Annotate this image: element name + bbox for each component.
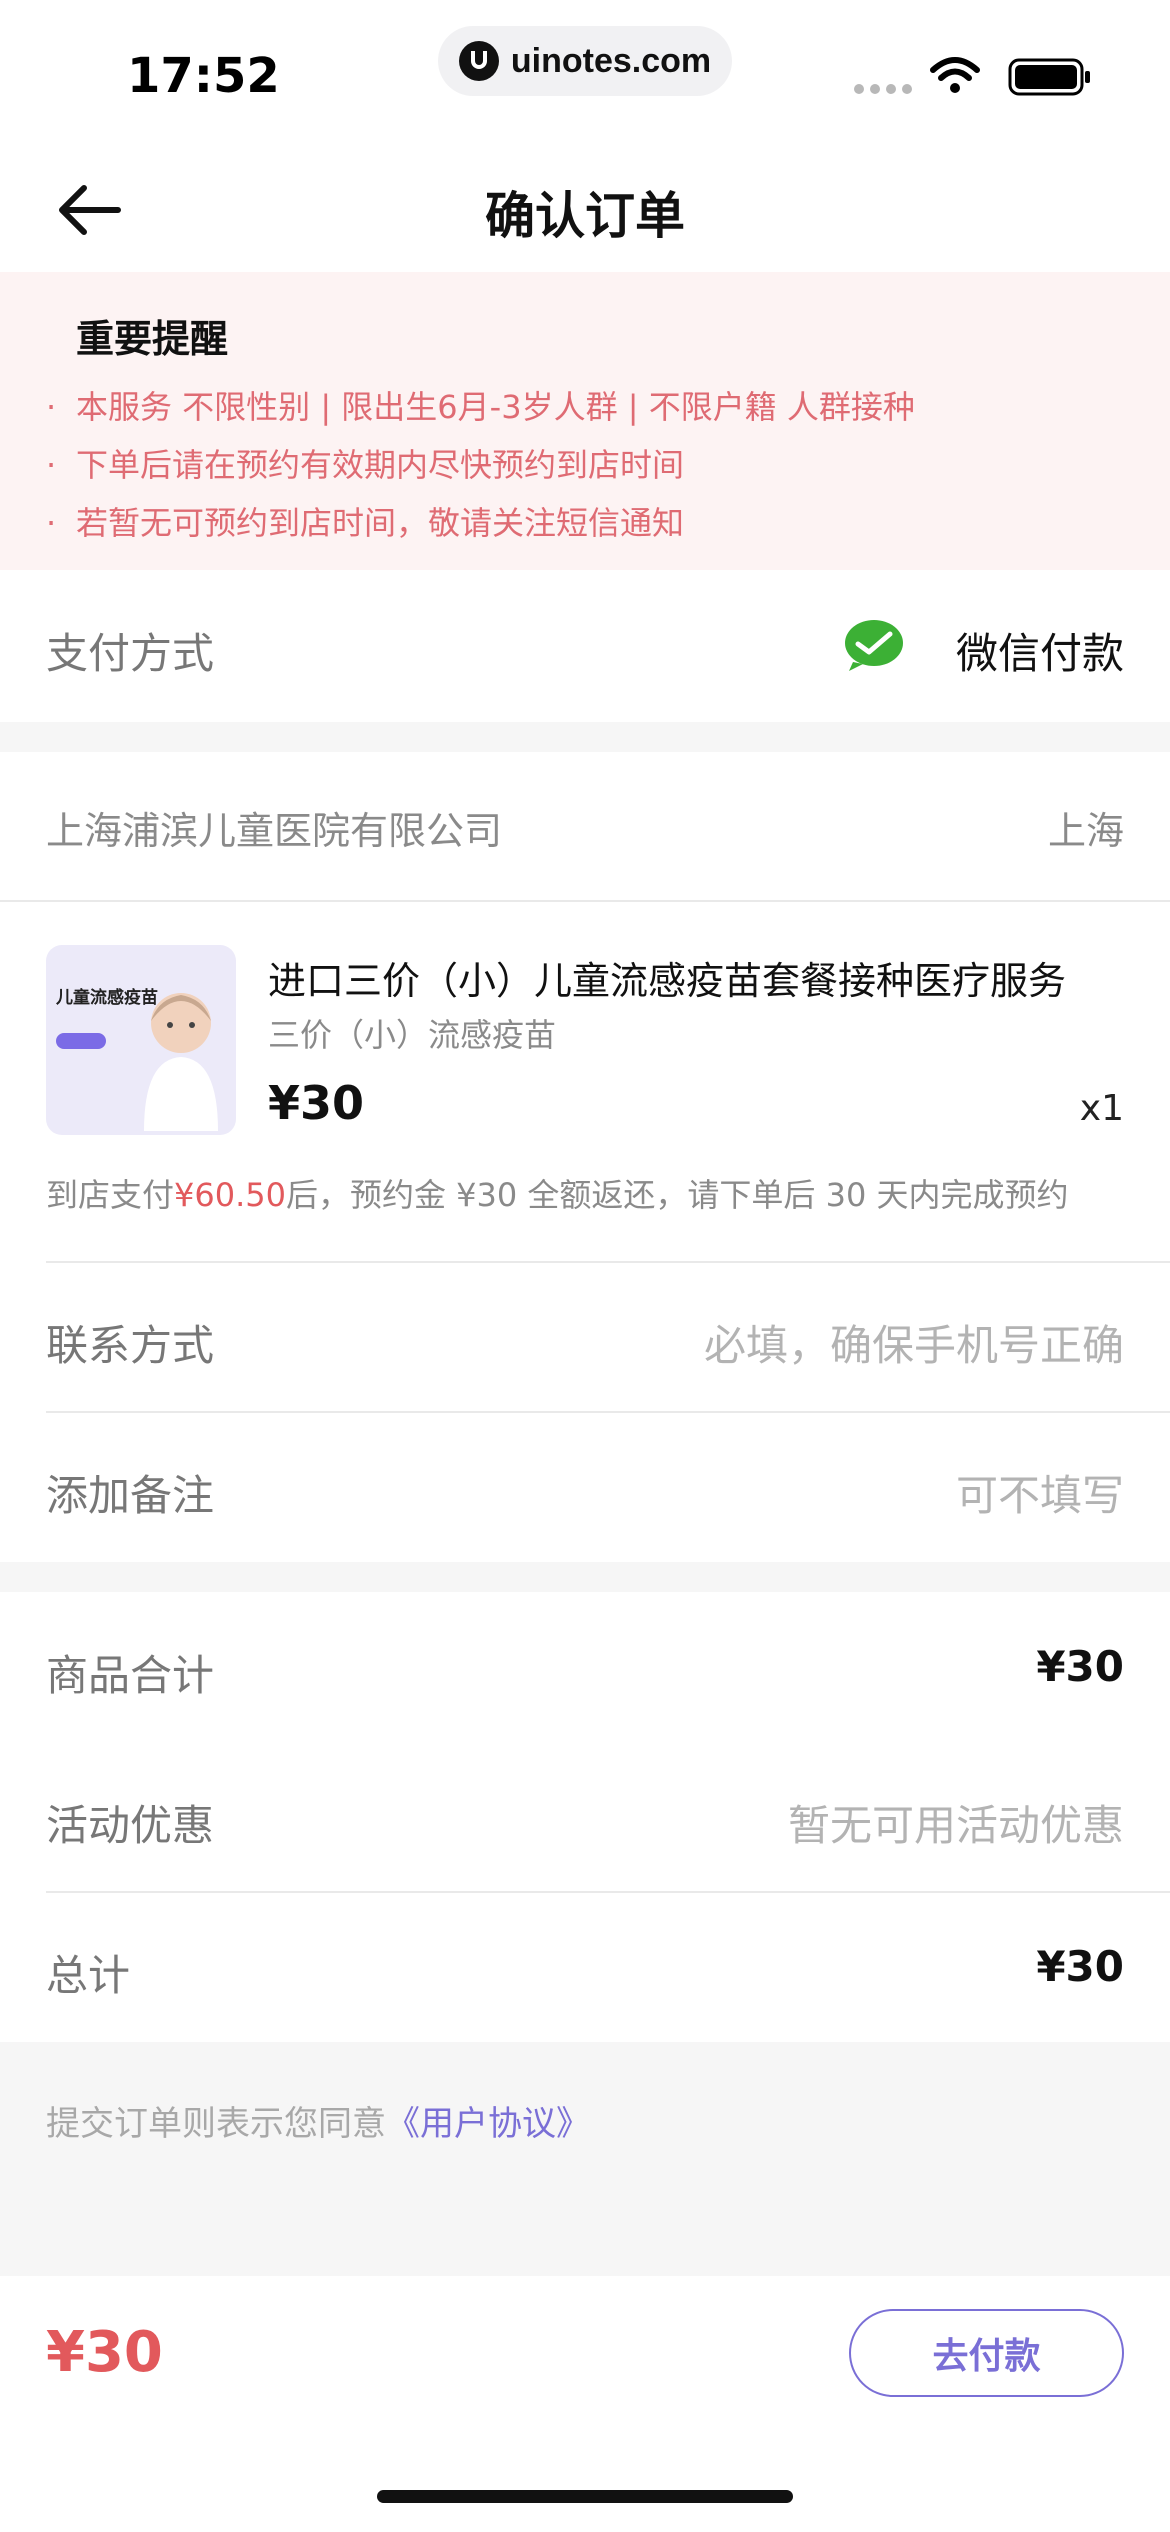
checkout-total: ¥30 [46, 2320, 163, 2385]
notice-line: · 若暂无可预约到店时间，敬请关注短信通知 [46, 504, 685, 542]
wechat-pay-icon [845, 620, 903, 671]
baby-photo-icon [144, 993, 218, 1131]
total-label: 总计 [46, 1951, 131, 2000]
url-text: uinotes.com [510, 41, 712, 80]
product-subtitle: 三价（小）流感疫苗 [268, 1016, 557, 1054]
total-value: ¥30 [1036, 1942, 1124, 1991]
product-refund-note: 到店支付¥60.50后，预约金 ¥30 全额返还，请下单后 30 天内完成预约 [46, 1176, 1069, 1214]
battery-icon [1008, 58, 1090, 96]
store-city: 上海 [1047, 809, 1124, 853]
section-gap [0, 1562, 1170, 1592]
divider [46, 1411, 1170, 1413]
notice-title: 重要提醒 [76, 317, 229, 361]
payment-method-value[interactable]: 微信付款 [956, 620, 1124, 681]
product-image[interactable]: 儿童流感疫苗 [46, 945, 236, 1135]
product-quantity: x1 [1079, 1088, 1124, 1129]
product-image-tag [56, 1033, 106, 1049]
section-gap [0, 722, 1170, 752]
discount-value[interactable]: 暂无可用活动优惠 [788, 1792, 1124, 1853]
notice-line: · 下单后请在预约有效期内尽快预约到店时间 [46, 446, 685, 484]
subtotal-value: ¥30 [1036, 1642, 1124, 1691]
contact-input[interactable]: 必填，确保手机号正确 [704, 1312, 1124, 1373]
divider [0, 900, 1170, 902]
agreement-text: 提交订单则表示您同意《用户协议》 [46, 2104, 590, 2144]
discount-label: 活动优惠 [46, 1801, 215, 1850]
user-agreement-link[interactable]: 《用户协议》 [386, 2104, 590, 2144]
product-price: ¥30 [268, 1076, 365, 1130]
cellular-signal-icon [854, 84, 912, 94]
divider [46, 1261, 1170, 1263]
store-name: 上海浦滨儿童医院有限公司 [46, 809, 503, 853]
agreement-area [0, 2042, 1170, 2276]
notice-line: · 本服务 不限性别 | 限出生6月-3岁人群 | 不限户籍 人群接种 [46, 388, 915, 426]
product-title[interactable]: 进口三价（小）儿童流感疫苗套餐接种医疗服务 [268, 950, 1108, 1005]
wifi-icon [930, 57, 980, 93]
page-title: 确认订单 [485, 187, 685, 245]
remark-label: 添加备注 [46, 1471, 215, 1520]
payment-method-label: 支付方式 [46, 629, 215, 678]
url-pill[interactable]: uinotes.com [438, 26, 732, 96]
status-time: 17:52 [127, 48, 280, 104]
pay-button[interactable]: 去付款 [849, 2309, 1124, 2397]
subtotal-label: 商品合计 [46, 1651, 215, 1700]
contact-label: 联系方式 [46, 1321, 215, 1370]
divider [46, 1891, 1170, 1893]
home-indicator [377, 2490, 793, 2503]
remark-input[interactable]: 可不填写 [956, 1462, 1124, 1523]
site-logo-icon [458, 41, 499, 81]
